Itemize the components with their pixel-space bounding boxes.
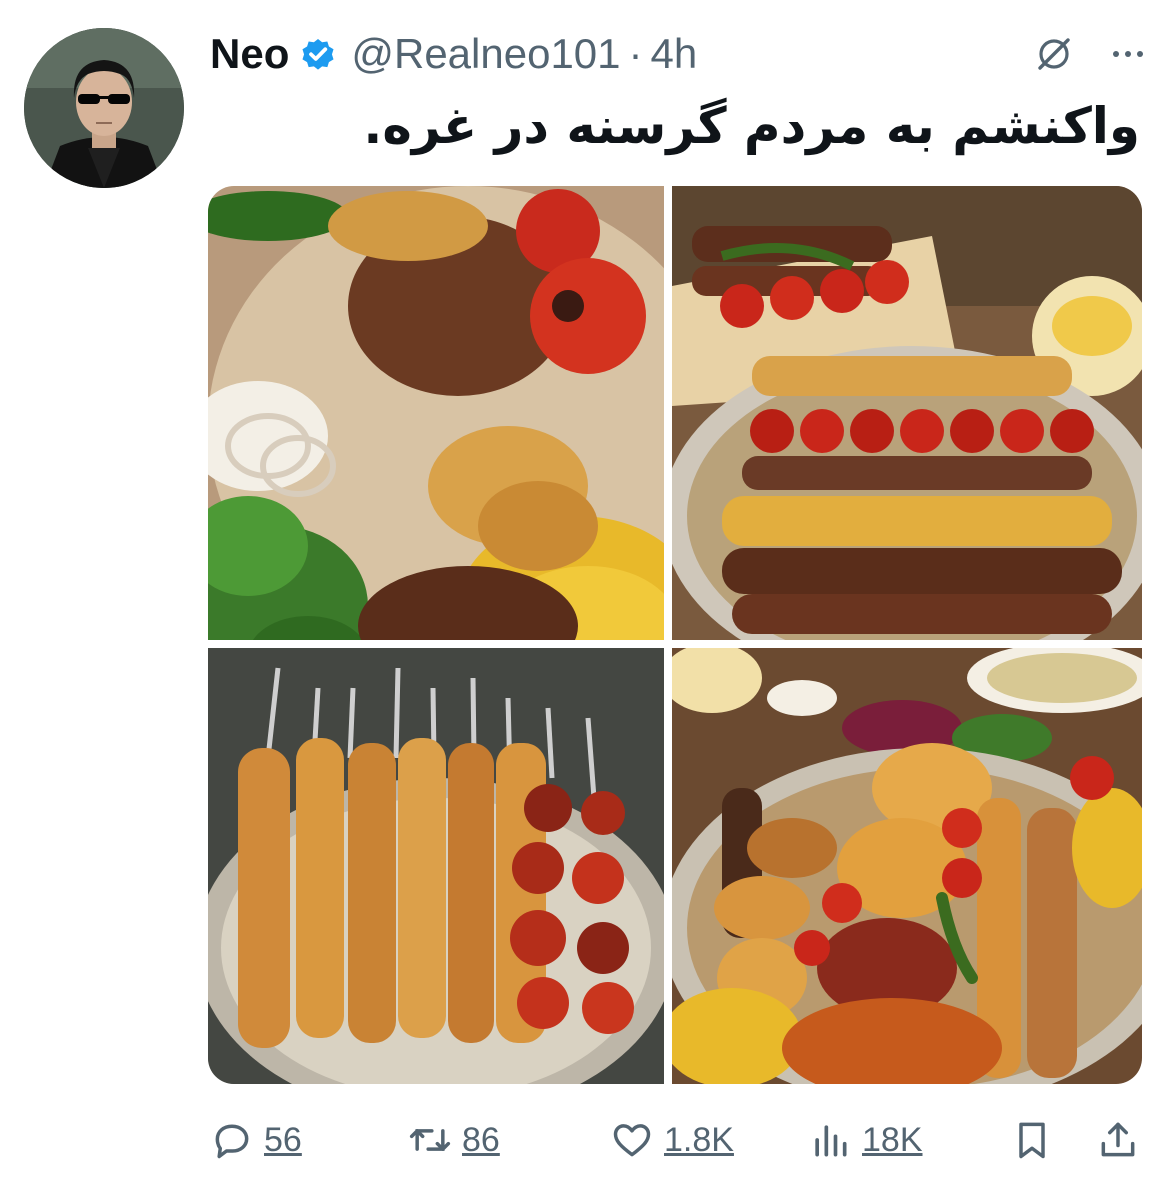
retweet-button[interactable]: 86: [408, 1110, 500, 1170]
views-chart-icon: [815, 1125, 847, 1157]
author-handle[interactable]: @Realneo101: [351, 30, 620, 78]
food-photo-icon: [208, 648, 664, 1084]
grok-icon[interactable]: [1034, 34, 1074, 74]
views-button[interactable]: 18K: [808, 1110, 923, 1170]
verified-badge-icon[interactable]: [299, 35, 337, 73]
food-photo-icon: [672, 648, 1142, 1084]
reply-icon: [215, 1124, 249, 1159]
photo-chicken-skewers[interactable]: [208, 648, 664, 1084]
retweet-count: 86: [462, 1120, 500, 1159]
bookmark-icon: [1019, 1122, 1045, 1159]
avatar[interactable]: [24, 28, 184, 188]
header-actions: [1034, 34, 1148, 74]
food-photo-icon: [208, 186, 664, 640]
views-count: 18K: [862, 1120, 923, 1159]
share-button[interactable]: [1096, 1110, 1140, 1170]
heart-icon: [613, 1124, 651, 1157]
avatar-image: [24, 28, 184, 188]
food-photo-icon: [672, 186, 1142, 640]
more-icon[interactable]: [1108, 34, 1148, 74]
bookmark-button[interactable]: [1010, 1110, 1054, 1170]
photo-kebab-platter-lamb[interactable]: [208, 186, 664, 640]
photo-kebab-platter-koobideh[interactable]: [672, 186, 1142, 640]
photo-mixed-feast[interactable]: [672, 648, 1142, 1084]
share-icon: [1101, 1122, 1135, 1157]
tweet-timestamp[interactable]: 4h: [651, 30, 698, 78]
like-count: 1.8K: [664, 1120, 734, 1159]
reply-button[interactable]: 56: [210, 1110, 302, 1170]
tweet-text: واکنشم به مردم گرسنه در غره.: [363, 97, 1140, 155]
separator-dot: ·: [628, 30, 643, 77]
reply-count: 56: [264, 1120, 302, 1159]
retweet-icon: [409, 1129, 451, 1151]
media-grid: [208, 186, 1142, 1084]
tweet-action-bar: 56 86 1.8K 18K: [210, 1110, 1140, 1170]
tweet-header: Neo @Realneo101 · 4h: [210, 24, 1148, 84]
author-display-name[interactable]: Neo: [210, 30, 289, 78]
like-button[interactable]: 1.8K: [610, 1110, 734, 1170]
